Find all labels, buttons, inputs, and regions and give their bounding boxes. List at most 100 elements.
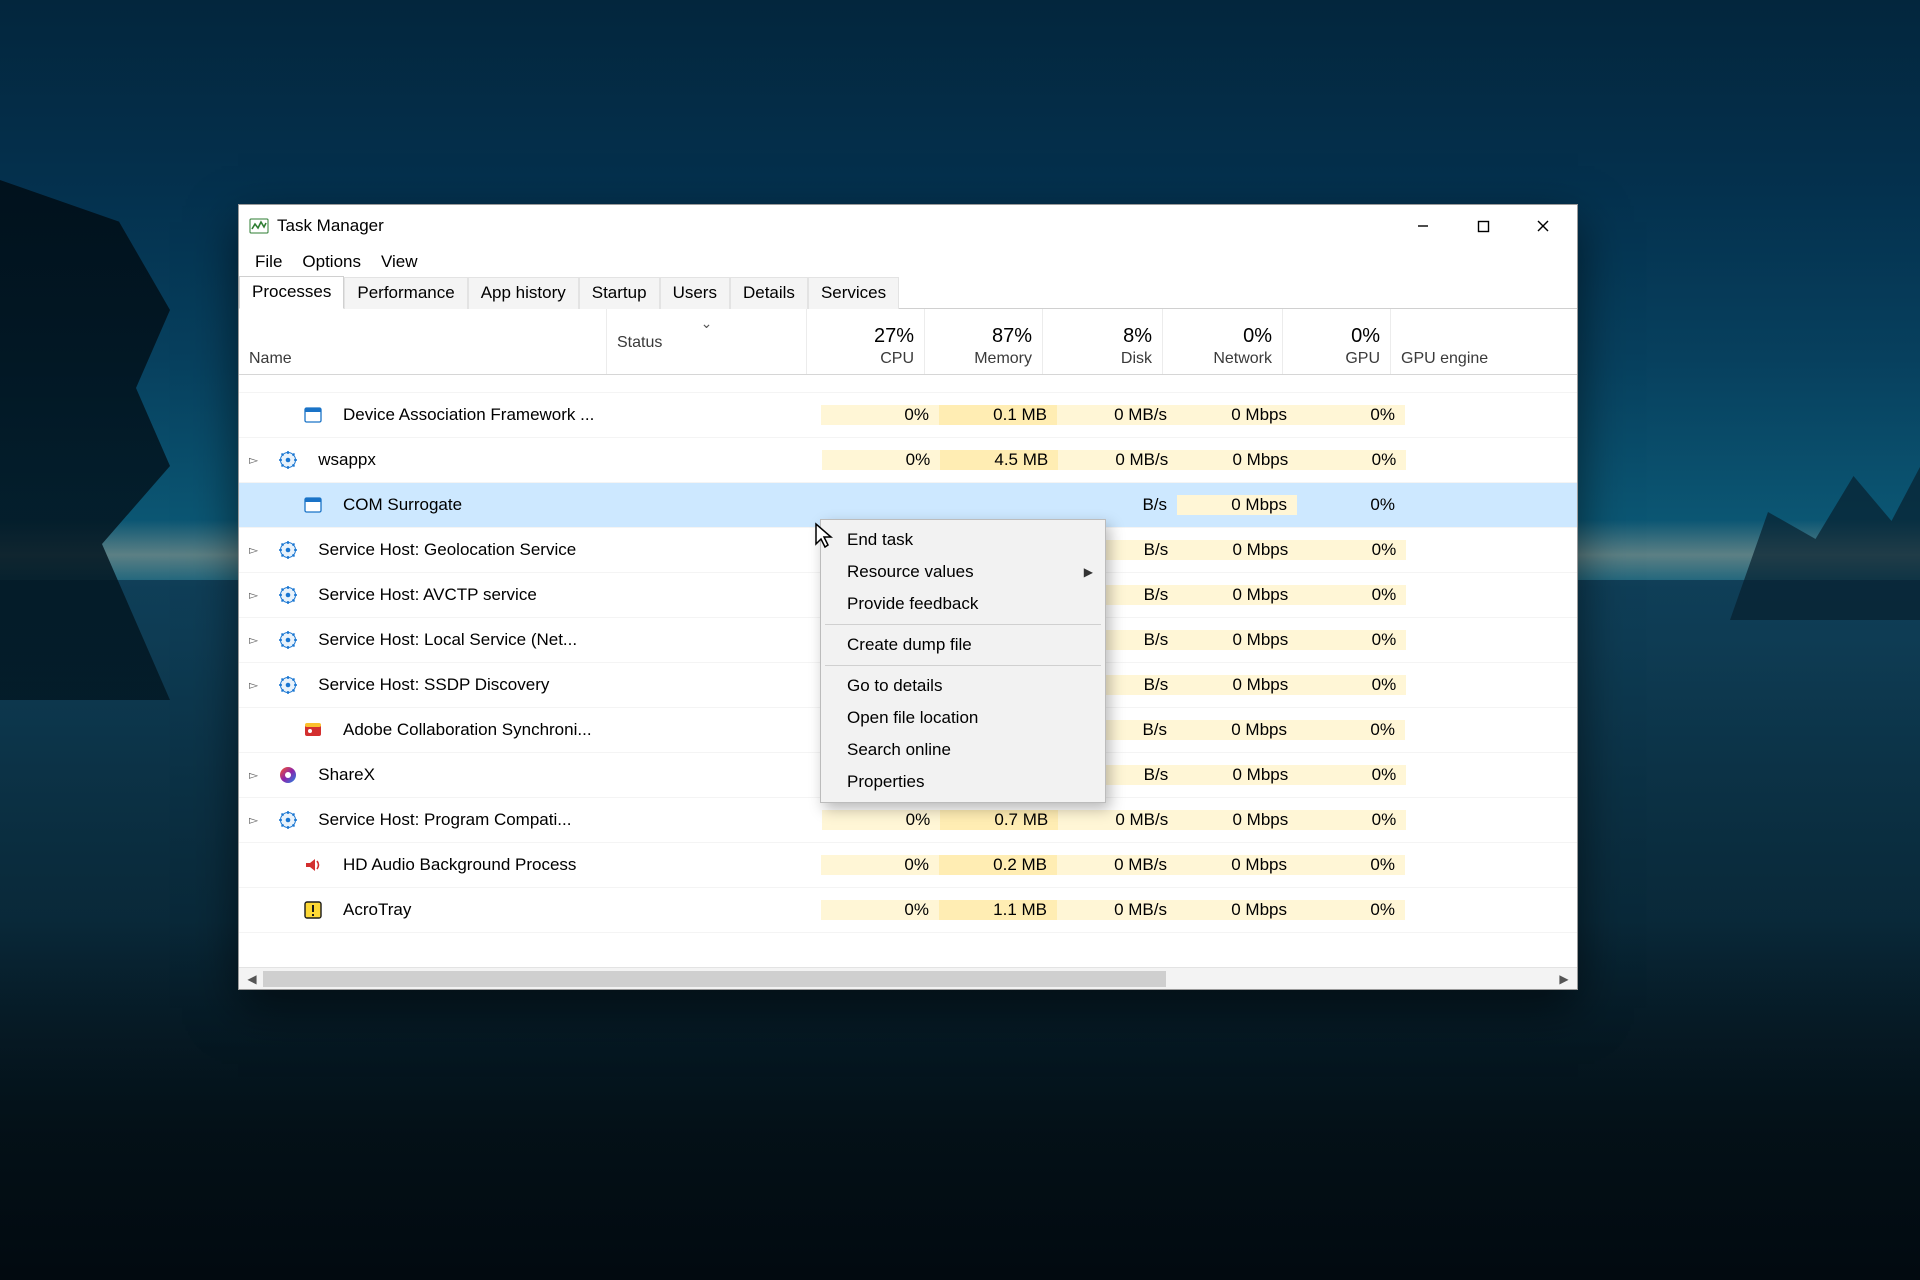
horizontal-scrollbar[interactable]: ◀ ▶	[239, 967, 1577, 989]
scroll-right-icon[interactable]: ▶	[1553, 970, 1575, 988]
cell-net: 0 Mbps	[1178, 675, 1298, 695]
menu-item-resource-values[interactable]: Resource values▶	[823, 556, 1103, 588]
menu-options[interactable]: Options	[292, 249, 371, 275]
tab-startup[interactable]: Startup	[579, 277, 660, 309]
service-icon	[268, 675, 308, 695]
expand-toggle[interactable]: ▻	[239, 768, 268, 782]
minimize-button[interactable]	[1393, 206, 1453, 246]
cell-cpu: 0%	[822, 450, 940, 470]
cell-mem: 0.1 MB	[939, 405, 1057, 425]
expand-toggle[interactable]: ▻	[239, 588, 268, 602]
service-icon	[268, 585, 308, 605]
titlebar[interactable]: Task Manager	[239, 205, 1577, 247]
menu-item-go-to-details[interactable]: Go to details	[823, 670, 1103, 702]
cell-gpu: 0%	[1297, 495, 1405, 515]
chevron-right-icon: ▻	[249, 768, 258, 782]
cell-gpu: 0%	[1298, 450, 1406, 470]
cell-gpu: 0%	[1297, 900, 1405, 920]
process-name: Service Host: Geolocation Service	[308, 540, 622, 560]
expand-toggle[interactable]: ▻	[239, 678, 268, 692]
app-icon	[293, 405, 333, 425]
cell-net: 0 Mbps	[1178, 630, 1298, 650]
process-row[interactable]: HD Audio Background Process0%0.2 MB0 MB/…	[239, 843, 1577, 888]
chevron-right-icon: ▻	[249, 678, 258, 692]
scroll-thumb[interactable]	[263, 971, 1166, 987]
expand-toggle[interactable]: ▻	[239, 813, 268, 827]
expand-toggle[interactable]: ▻	[239, 453, 268, 467]
menubar: FileOptionsView	[239, 247, 1577, 277]
menu-item-search-online[interactable]: Search online	[823, 734, 1103, 766]
warn-icon	[293, 900, 333, 920]
maximize-button[interactable]	[1453, 206, 1513, 246]
app-icon	[293, 495, 333, 515]
cell-net: 0 Mbps	[1178, 585, 1298, 605]
process-row[interactable]: ▻wsappx0%4.5 MB0 MB/s0 Mbps0%	[239, 438, 1577, 483]
expand-toggle[interactable]: ▻	[239, 633, 268, 647]
cell-gpu: 0%	[1297, 405, 1405, 425]
cell-disk: B/s	[1057, 495, 1177, 515]
process-row[interactable]: AcroTray0%1.1 MB0 MB/s0 Mbps0%	[239, 888, 1577, 933]
cell-mem: 4.5 MB	[940, 450, 1058, 470]
cell-gpu: 0%	[1297, 855, 1405, 875]
service-icon	[268, 450, 308, 470]
cell-gpu: 0%	[1298, 540, 1406, 560]
col-name[interactable]: Name	[239, 309, 607, 374]
service-icon	[268, 540, 308, 560]
col-gpu-engine[interactable]: GPU engine	[1391, 309, 1577, 374]
menu-item-properties[interactable]: Properties	[823, 766, 1103, 798]
menu-separator	[825, 665, 1101, 666]
audio-icon	[293, 855, 333, 875]
menu-item-create-dump-file[interactable]: Create dump file	[823, 629, 1103, 661]
chevron-right-icon: ▻	[249, 588, 258, 602]
expand-toggle[interactable]: ▻	[239, 543, 268, 557]
col-disk[interactable]: 8%Disk	[1043, 309, 1163, 374]
cell-cpu: 0%	[822, 810, 940, 830]
cell-net: 0 Mbps	[1178, 765, 1298, 785]
service-icon	[268, 630, 308, 650]
process-row[interactable]: ▻Service Host: Program Compati...0%0.7 M…	[239, 798, 1577, 843]
scroll-left-icon[interactable]: ◀	[241, 970, 263, 988]
menu-view[interactable]: View	[371, 249, 428, 275]
process-name: Service Host: Program Compati...	[308, 810, 622, 830]
cell-mem: 0.2 MB	[939, 855, 1057, 875]
menu-item-open-file-location[interactable]: Open file location	[823, 702, 1103, 734]
menu-item-end-task[interactable]: End task	[823, 524, 1103, 556]
process-row[interactable]	[239, 375, 1577, 393]
process-name: COM Surrogate	[333, 495, 621, 515]
cell-net: 0 Mbps	[1177, 720, 1297, 740]
col-memory[interactable]: 87%Memory	[925, 309, 1043, 374]
window-title: Task Manager	[277, 216, 384, 236]
cell-gpu: 0%	[1298, 630, 1406, 650]
cell-net: 0 Mbps	[1177, 405, 1297, 425]
col-status[interactable]: ⌄ Status	[607, 309, 807, 374]
menu-file[interactable]: File	[245, 249, 292, 275]
tab-performance[interactable]: Performance	[344, 277, 467, 309]
cell-cpu: 0%	[821, 900, 939, 920]
col-cpu[interactable]: 27%CPU	[807, 309, 925, 374]
cell-cpu: 0%	[821, 405, 939, 425]
tab-processes[interactable]: Processes	[239, 276, 344, 309]
tab-app-history[interactable]: App history	[468, 277, 579, 309]
adobe-icon	[293, 720, 333, 740]
tabstrip: ProcessesPerformanceApp historyStartupUs…	[239, 277, 1577, 309]
menu-separator	[825, 624, 1101, 625]
tab-details[interactable]: Details	[730, 277, 808, 309]
cell-net: 0 Mbps	[1177, 900, 1297, 920]
sharex-icon	[268, 765, 308, 785]
process-row[interactable]: Device Association Framework ...0%0.1 MB…	[239, 393, 1577, 438]
task-manager-icon	[249, 216, 269, 236]
col-gpu[interactable]: 0%GPU	[1283, 309, 1391, 374]
cell-net: 0 Mbps	[1178, 810, 1298, 830]
cell-gpu: 0%	[1298, 810, 1406, 830]
cell-net: 0 Mbps	[1178, 540, 1298, 560]
context-menu[interactable]: End taskResource values▶Provide feedback…	[820, 519, 1106, 803]
cell-cpu: 0%	[821, 855, 939, 875]
window-controls	[1393, 206, 1573, 246]
menu-item-provide-feedback[interactable]: Provide feedback	[823, 588, 1103, 620]
close-button[interactable]	[1513, 206, 1573, 246]
tab-services[interactable]: Services	[808, 277, 899, 309]
scroll-track[interactable]	[263, 971, 1553, 987]
cell-net: 0 Mbps	[1178, 450, 1298, 470]
tab-users[interactable]: Users	[660, 277, 730, 309]
col-network[interactable]: 0%Network	[1163, 309, 1283, 374]
